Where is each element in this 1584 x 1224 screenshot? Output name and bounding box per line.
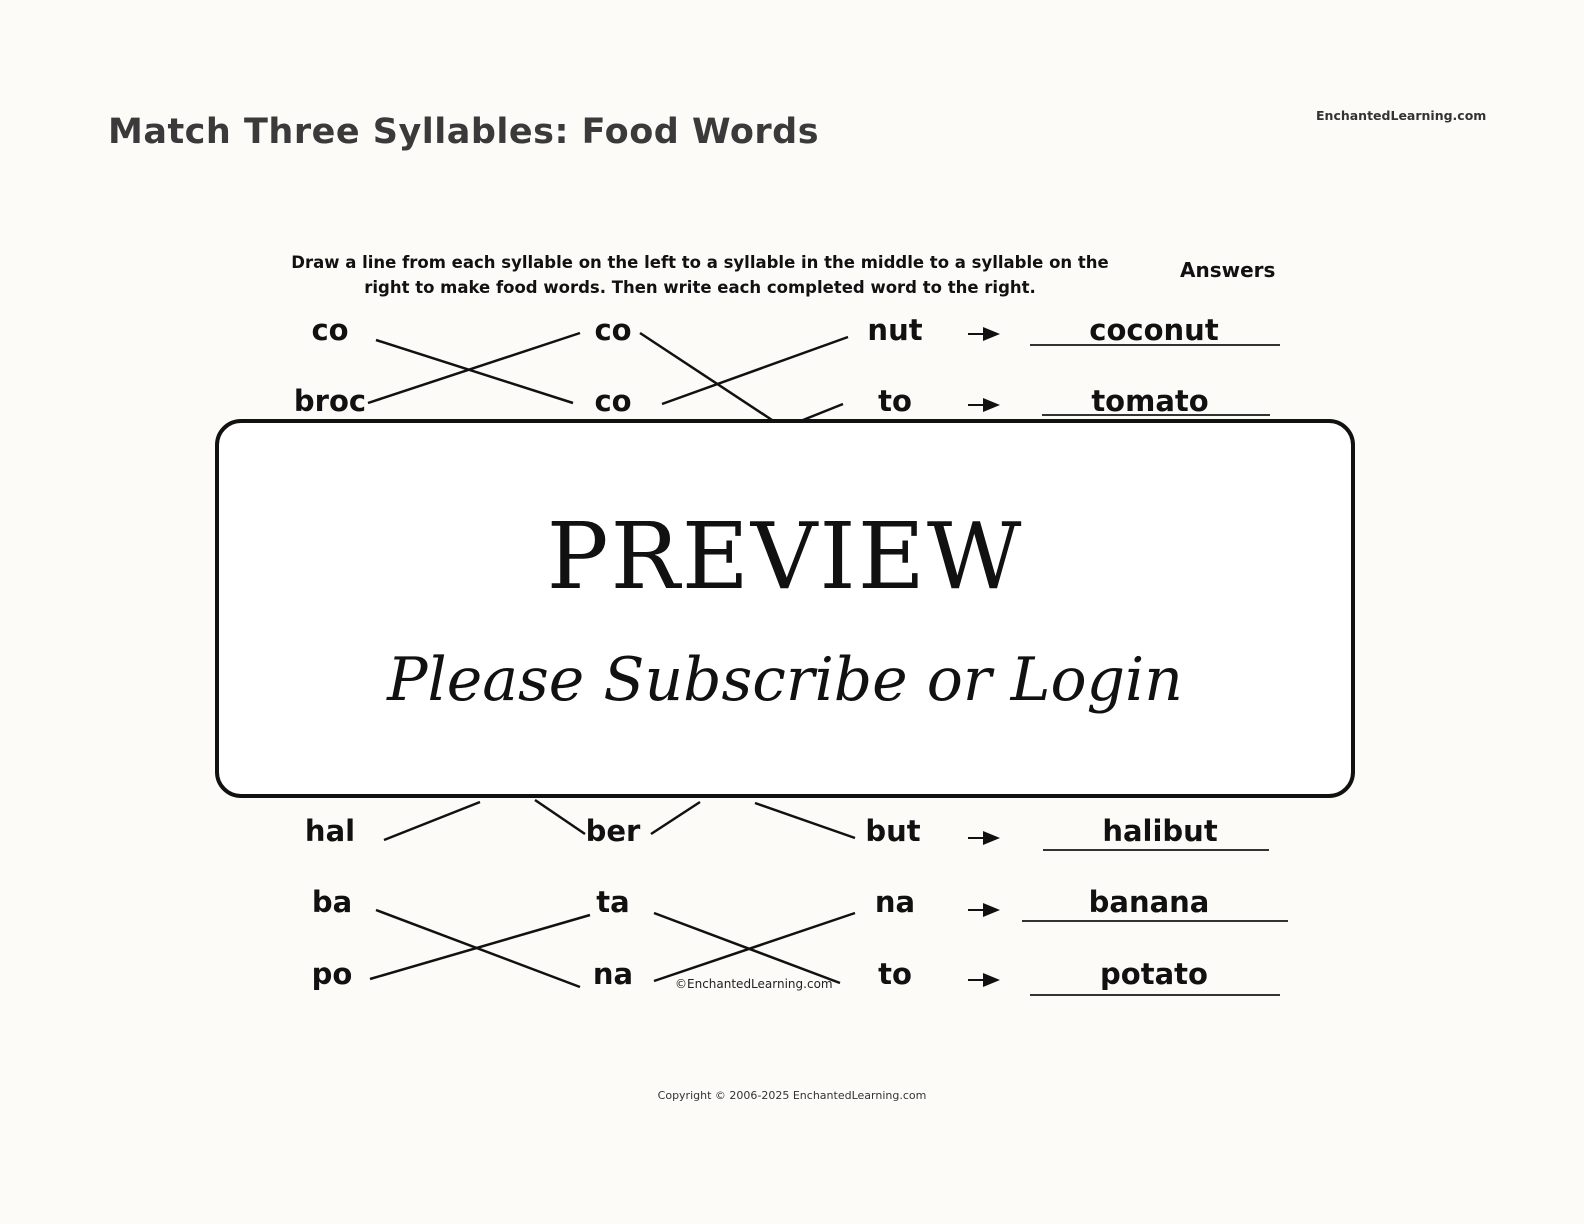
preview-heading: PREVIEW <box>546 503 1024 610</box>
match-line <box>650 800 701 836</box>
match-line <box>639 331 776 424</box>
match-line <box>754 801 856 840</box>
answer-underline <box>1043 849 1269 851</box>
match-line <box>367 331 581 405</box>
match-line <box>661 335 849 406</box>
right-syllable: but <box>865 814 921 848</box>
answer-underline <box>1030 344 1280 346</box>
left-syllable: broc <box>293 384 367 418</box>
match-line <box>534 798 586 836</box>
middle-syllable: na <box>592 957 634 991</box>
right-syllable: to <box>878 384 912 418</box>
middle-syllable: co <box>594 313 632 347</box>
arrow-right-icon <box>968 903 1000 917</box>
left-syllable: co <box>311 313 349 347</box>
answer-word: halibut <box>1102 814 1218 848</box>
middle-syllable: co <box>594 384 632 418</box>
right-syllable: na <box>874 885 916 919</box>
left-syllable: hal <box>304 814 356 848</box>
right-syllable: nut <box>867 313 923 347</box>
preview-overlay[interactable]: PREVIEW Please Subscribe or Login <box>215 419 1355 798</box>
answer-word: tomato <box>1091 384 1209 418</box>
answer-underline <box>1022 920 1288 922</box>
answer-underline <box>1030 994 1280 996</box>
right-syllable: to <box>878 957 912 991</box>
left-syllable: po <box>311 957 353 991</box>
answer-word: potato <box>1100 957 1208 991</box>
arrow-right-icon <box>968 398 1000 412</box>
footer-copyright: Copyright © 2006-2025 EnchantedLearning.… <box>657 1089 927 1102</box>
match-line <box>375 338 574 405</box>
worksheet-copyright: ©EnchantedLearning.com <box>675 977 833 991</box>
match-line <box>369 913 591 981</box>
left-syllable: ba <box>311 885 353 919</box>
arrow-right-icon <box>968 973 1000 987</box>
answer-word: coconut <box>1089 313 1219 347</box>
arrow-right-icon <box>968 327 1000 341</box>
middle-syllable: ber <box>585 814 641 848</box>
match-line <box>383 800 481 842</box>
middle-syllable: ta <box>596 885 630 919</box>
answer-word: banana <box>1088 885 1210 919</box>
arrow-right-icon <box>968 831 1000 845</box>
subscribe-message[interactable]: Please Subscribe or Login <box>219 645 1351 715</box>
answer-underline <box>1042 414 1270 416</box>
